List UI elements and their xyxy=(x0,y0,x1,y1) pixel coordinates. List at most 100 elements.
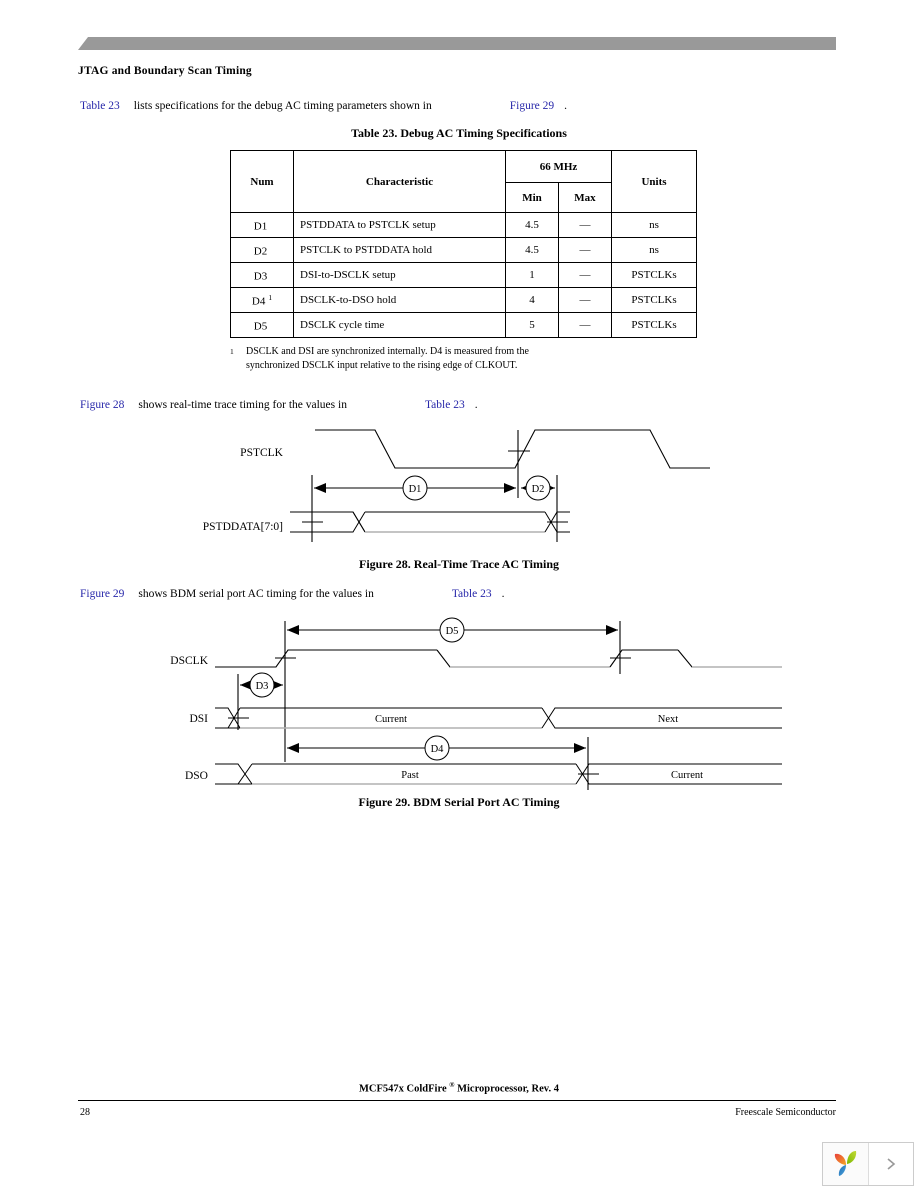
figure29-d3-label: D3 xyxy=(256,681,269,692)
cell-max: — xyxy=(558,312,612,338)
link-table-23-fig29[interactable]: Table 23 xyxy=(452,588,492,600)
figure29-caption: Figure 29. BDM Serial Port AC Timing xyxy=(358,795,560,809)
cell-num-text: D3 xyxy=(253,270,268,283)
link-figure-29[interactable]: Figure 29 xyxy=(80,588,124,600)
figure28-d1-measure: D1 xyxy=(314,475,516,501)
link-figure-28[interactable]: Figure 28 xyxy=(80,399,124,411)
figure29-d5-measure: D5 xyxy=(287,617,618,643)
cell-max: — xyxy=(558,212,612,238)
cell-min: 1 xyxy=(505,262,559,288)
sprout-logo-icon[interactable] xyxy=(823,1143,869,1185)
cell-num: D4 1 xyxy=(230,287,294,313)
cell-num: D5 xyxy=(230,312,294,338)
footer-document-title: MCF547x ColdFire ® Microprocessor, Rev. … xyxy=(0,1081,918,1095)
cell-units: PSTCLKs xyxy=(611,287,697,313)
footnote-line-1: DSCLK and DSI are synchronized internall… xyxy=(246,346,529,357)
footer-title-part1: MCF547x ColdFire xyxy=(359,1083,447,1095)
cell-units: ns xyxy=(611,212,697,238)
table-body: D1 PSTDDATA to PSTCLK setup 4.5 — ns D2 … xyxy=(230,212,697,338)
header-decoration-bar xyxy=(78,37,836,50)
th-frequency-group: 66 MHz xyxy=(505,150,612,183)
link-table-23-intro[interactable]: Table 23 xyxy=(80,100,120,112)
figure29-diagram: DSCLK DSI DSO D5 D3 Current Next D4 Past… xyxy=(110,612,790,795)
cell-units: ns xyxy=(611,237,697,263)
intro-paragraph: Table 23 lists specifications for the deb… xyxy=(80,99,567,113)
figure28-d2-measure: D2 xyxy=(521,475,555,501)
figure28-diagram: PSTCLK PSTDDATA[7:0] D1 D2 xyxy=(190,420,750,550)
figure28-intro: Figure 28 shows real-time trace timing fo… xyxy=(80,398,478,412)
cell-num-text: D4 xyxy=(251,295,266,308)
link-figure-29-intro[interactable]: Figure 29 xyxy=(510,100,554,112)
document-page: JTAG and Boundary Scan Timing Table 23 li… xyxy=(0,0,918,1188)
cell-num-sup: 1 xyxy=(268,292,273,302)
figure28-d2-label: D2 xyxy=(532,484,545,495)
cell-characteristic: PSTCLK to PSTDDATA hold xyxy=(293,237,506,263)
table-caption: Table 23. Debug AC Timing Specifications xyxy=(351,126,567,140)
table-header-row-1: Num Characteristic 66 MHz Units xyxy=(230,150,697,213)
next-page-button[interactable] xyxy=(869,1143,913,1185)
figure29-dsi-label: DSI xyxy=(189,713,208,725)
figure28-intro-period: . xyxy=(474,399,478,411)
figure29-dsi-value-next: Next xyxy=(658,714,678,725)
figure29-dso-value-current: Current xyxy=(671,770,703,781)
cell-num: D2 xyxy=(230,237,294,263)
cell-num: D3 xyxy=(230,262,294,288)
figure29-dso-left-stub xyxy=(215,763,253,785)
figure29-d5-label: D5 xyxy=(446,626,459,637)
figure29-intro: Figure 29 shows BDM serial port AC timing… xyxy=(80,587,504,601)
page-number: 28 xyxy=(80,1107,90,1118)
footer-divider xyxy=(78,1100,836,1101)
figure28-pstddata-label: PSTDDATA[7:0] xyxy=(203,521,283,533)
figure29-d4-measure: D4 xyxy=(287,735,586,761)
table-row: D2 PSTCLK to PSTDDATA hold 4.5 — ns xyxy=(230,237,697,263)
chevron-right-icon xyxy=(887,1158,896,1170)
figure28-intro-text: shows real-time trace timing for the val… xyxy=(138,399,347,411)
cell-max: — xyxy=(558,237,612,263)
figure29-dso-label: DSO xyxy=(185,770,208,782)
footnote-line-2: synchronized DSCLK input relative to the… xyxy=(246,359,518,371)
cell-max: — xyxy=(558,287,612,313)
cell-num-text: D2 xyxy=(253,245,268,258)
cell-characteristic: DSCLK-to-DSO hold xyxy=(293,287,506,313)
footer-company: Freescale Semiconductor xyxy=(735,1107,836,1118)
figure29-dsi-value-current: Current xyxy=(375,714,407,725)
cell-characteristic: DSI-to-DSCLK setup xyxy=(293,262,506,288)
table-row: D3 DSI-to-DSCLK setup 1 — PSTCLKs xyxy=(230,262,697,288)
th-max: Max xyxy=(558,182,612,213)
table-row: D1 PSTDDATA to PSTCLK setup 4.5 — ns xyxy=(230,212,697,238)
cell-num: D1 xyxy=(230,212,294,238)
table-row: D5 DSCLK cycle time 5 — PSTCLKs xyxy=(230,312,697,338)
cell-min: 4.5 xyxy=(505,212,559,238)
figure28-pstclk-waveform xyxy=(315,429,710,469)
footer-title-part2: Microprocessor, Rev. 4 xyxy=(457,1083,559,1095)
cell-units: PSTCLKs xyxy=(611,312,697,338)
cell-units: PSTCLKs xyxy=(611,262,697,288)
debug-ac-timing-table: Num Characteristic 66 MHz Units Min Max … xyxy=(230,150,697,338)
figure29-d3-measure: D3 xyxy=(240,672,283,698)
cell-num-text: D1 xyxy=(253,220,268,233)
th-units: Units xyxy=(611,150,697,213)
cell-min: 4.5 xyxy=(505,237,559,263)
th-num: Num xyxy=(230,150,294,213)
cell-min: 4 xyxy=(505,287,559,313)
figure28-caption: Figure 28. Real-Time Trace AC Timing xyxy=(359,557,559,571)
figure29-dso-value-past: Past xyxy=(401,770,419,781)
figure29-intro-text: shows BDM serial port AC timing for the … xyxy=(138,588,374,600)
intro-text: lists specifications for the debug AC ti… xyxy=(133,100,432,112)
cell-max: — xyxy=(558,262,612,288)
footnote-marker: 1 xyxy=(230,347,234,356)
figure28-d1-label: D1 xyxy=(409,484,422,495)
link-table-23-fig28[interactable]: Table 23 xyxy=(425,399,465,411)
figure29-intro-period: . xyxy=(501,588,505,600)
figure29-d4-label: D4 xyxy=(431,744,445,755)
th-characteristic: Characteristic xyxy=(293,150,506,213)
figure29-dsclk-label: DSCLK xyxy=(170,655,208,667)
figure28-pstclk-label: PSTCLK xyxy=(240,447,284,459)
footer-registered-icon: ® xyxy=(449,1081,455,1089)
viewer-toolbar xyxy=(822,1142,914,1186)
th-min: Min xyxy=(505,182,559,213)
cell-min: 5 xyxy=(505,312,559,338)
cell-num-text: D5 xyxy=(253,320,268,333)
cell-characteristic: DSCLK cycle time xyxy=(293,312,506,338)
intro-period: . xyxy=(564,100,568,112)
